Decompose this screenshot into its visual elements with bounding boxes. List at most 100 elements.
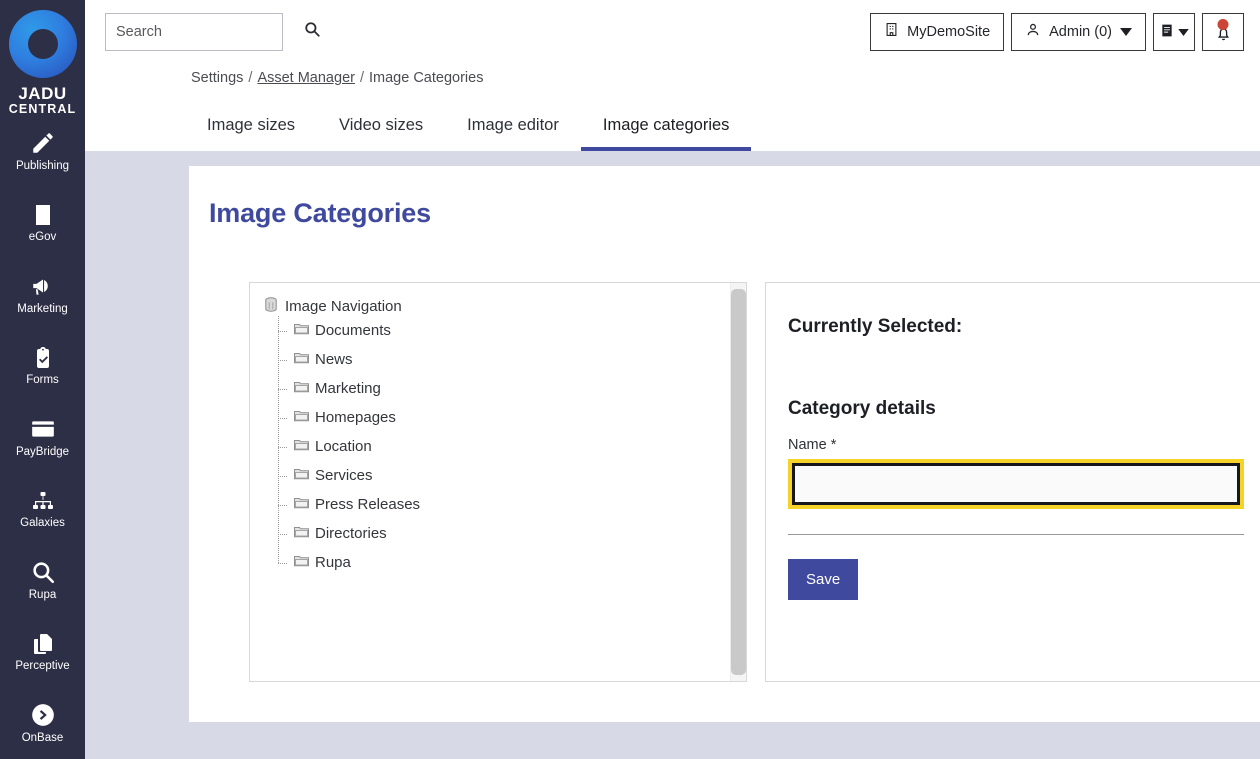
notification-dot (1217, 18, 1229, 30)
breadcrumb: Settings / Asset Manager / Image Categor… (85, 63, 1260, 93)
topbar: MyDemoSite Admin (0) (85, 0, 1260, 63)
sidebar-item-label: Marketing (17, 303, 68, 316)
tree-node-label: Rupa (315, 554, 351, 571)
brand-logo[interactable]: JADU CENTRAL (8, 0, 77, 116)
sidebar-item-paybridge[interactable]: PayBridge (0, 402, 85, 473)
notifications-button[interactable] (1202, 12, 1244, 51)
jadu-logo-inner (27, 29, 58, 59)
panels: Image Navigation Documents News Marketin… (249, 282, 1260, 682)
tree-node[interactable]: Location (278, 432, 730, 461)
category-tree: Image Navigation Documents News Marketin… (250, 283, 730, 681)
user-icon (1025, 21, 1041, 42)
folder-icon (294, 525, 309, 542)
book-icon (1160, 22, 1174, 42)
tree-node[interactable]: Documents (278, 316, 730, 345)
topbar-actions: MyDemoSite Admin (0) (870, 12, 1244, 51)
folder-icon (294, 409, 309, 426)
tree-node[interactable]: Directories (278, 519, 730, 548)
category-details-panel: Currently Selected: Category details Nam… (765, 282, 1260, 682)
breadcrumb-separator: / (359, 70, 364, 86)
form-divider (788, 534, 1244, 535)
tree-node[interactable]: Services (278, 461, 730, 490)
tree-node[interactable]: Marketing (278, 374, 730, 403)
sidebar-item-galaxies[interactable]: Galaxies (0, 473, 85, 544)
tree-node[interactable]: News (278, 345, 730, 374)
tree-node[interactable]: Press Releases (278, 490, 730, 519)
tree-scrollbar-thumb[interactable] (731, 289, 746, 675)
database-icon (264, 297, 278, 316)
content-area: Image Categories Image Navigation Docume… (85, 151, 1260, 759)
brand-text: JADU CENTRAL (9, 85, 76, 116)
help-menu-button[interactable] (1153, 12, 1195, 51)
search-input[interactable] (116, 23, 303, 40)
admin-menu-button[interactable]: Admin (0) (1011, 12, 1146, 51)
sidebar-item-perceptive[interactable]: Perceptive (0, 616, 85, 687)
tree-node-label: Directories (315, 525, 387, 542)
search-icon[interactable] (303, 20, 321, 43)
save-button[interactable]: Save (788, 559, 859, 600)
sidebar: JADU CENTRAL Publishing eGov Marketing F… (0, 0, 85, 759)
admin-menu-label: Admin (0) (1049, 23, 1112, 40)
tree-node-label: Homepages (315, 409, 396, 426)
category-tree-panel: Image Navigation Documents News Marketin… (249, 282, 747, 682)
chevron-down-icon (1177, 24, 1189, 39)
search-icon (30, 559, 56, 585)
tab-video-sizes[interactable]: Video sizes (317, 116, 445, 151)
building-icon (31, 203, 55, 227)
sidebar-item-label: OnBase (21, 732, 64, 745)
breadcrumb-current: Image Categories (369, 70, 484, 86)
folder-icon (294, 496, 309, 513)
tree-root-node[interactable]: Image Navigation (264, 297, 730, 316)
sitemap-icon (31, 489, 55, 513)
site-selector-label: MyDemoSite (907, 23, 991, 40)
sidebar-item-marketing[interactable]: Marketing (0, 259, 85, 330)
folder-icon (294, 467, 309, 484)
breadcrumb-separator: / (248, 70, 253, 86)
tree-node-label: Services (315, 467, 373, 484)
name-field-focus-ring (788, 459, 1244, 509)
building-icon (884, 21, 899, 42)
jadu-logo-icon (8, 10, 77, 78)
clipboard-check-icon (31, 346, 55, 370)
sidebar-item-label: PayBridge (15, 446, 70, 459)
sidebar-item-rupa[interactable]: Rupa (0, 545, 85, 616)
page-title: Image Categories (209, 198, 431, 228)
sidebar-item-publishing[interactable]: Publishing (0, 116, 85, 187)
sidebar-item-label: eGov (28, 230, 57, 243)
sidebar-item-forms[interactable]: Forms (0, 330, 85, 401)
breadcrumb-root: Settings (191, 70, 244, 86)
tab-image-sizes[interactable]: Image sizes (191, 116, 317, 151)
tree-node-label: Documents (315, 322, 391, 339)
content-card: Image Categories Image Navigation Docume… (189, 166, 1260, 722)
tree-node[interactable]: Rupa (278, 548, 730, 577)
name-field-label: Name * (788, 437, 837, 453)
chevron-down-icon (1120, 24, 1132, 40)
documents-icon (31, 632, 55, 656)
brand-line-1: JADU (18, 84, 67, 103)
tab-image-editor[interactable]: Image editor (445, 116, 581, 151)
tree-node[interactable]: Homepages (278, 403, 730, 432)
tab-image-categories[interactable]: Image categories (580, 116, 752, 151)
tree-scrollbar[interactable] (730, 283, 746, 681)
sidebar-item-egov[interactable]: eGov (0, 187, 85, 258)
sidebar-item-label: Galaxies (20, 516, 65, 529)
currently-selected-label: Currently Selected: (788, 316, 963, 337)
sidebar-item-label: Perceptive (15, 659, 70, 672)
sidebar-item-onbase[interactable]: OnBase (0, 688, 85, 759)
main-region: MyDemoSite Admin (0) (85, 0, 1260, 759)
tree-node-label: Marketing (315, 380, 381, 397)
name-input[interactable] (792, 463, 1240, 505)
credit-card-icon (30, 416, 56, 442)
tree-root-label: Image Navigation (285, 298, 402, 315)
folder-icon (294, 322, 309, 339)
search-box[interactable] (105, 12, 320, 51)
app-root: JADU CENTRAL Publishing eGov Marketing F… (0, 0, 1260, 759)
breadcrumb-link-asset-manager[interactable]: Asset Manager (257, 70, 355, 86)
pencil-icon (30, 130, 56, 156)
sidebar-item-label: Publishing (15, 160, 70, 173)
folder-icon (294, 438, 309, 455)
tree-node-label: Location (315, 438, 372, 455)
tree-node-label: Press Releases (315, 496, 421, 513)
site-selector-button[interactable]: MyDemoSite (870, 12, 1005, 51)
folder-icon (294, 380, 309, 397)
